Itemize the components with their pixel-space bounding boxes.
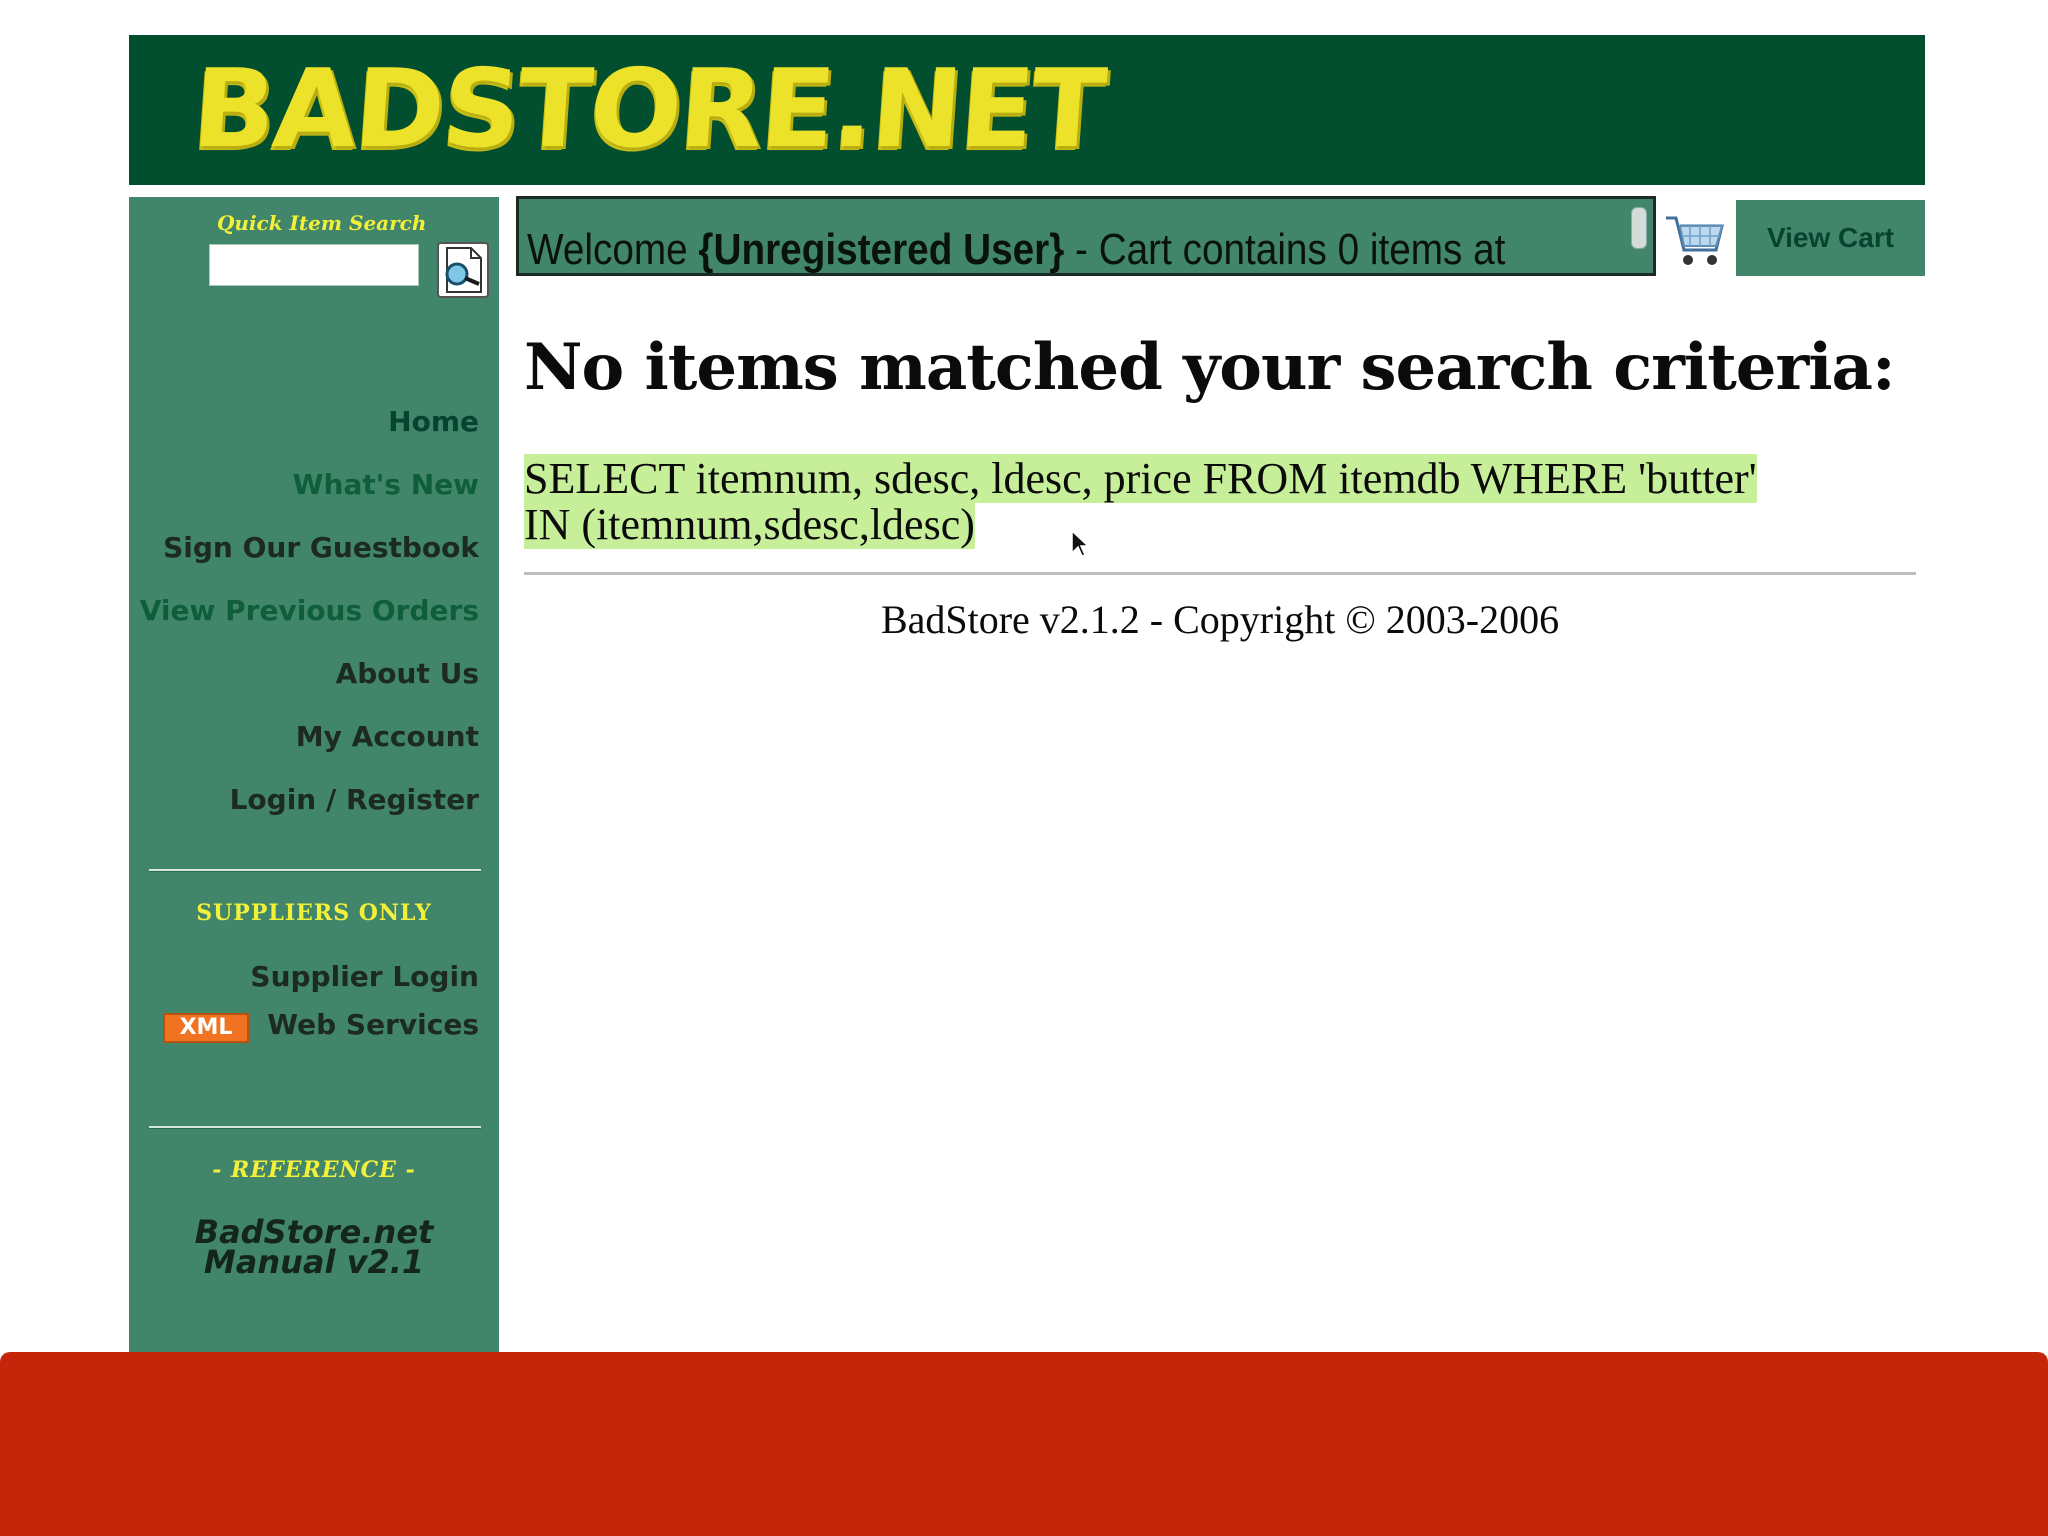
manual-link[interactable]: BadStore.net Manual v2.1 (129, 1216, 499, 1281)
search-icon (445, 247, 482, 293)
welcome-prefix: Welcome (527, 225, 699, 274)
sidebar-item-login-register[interactable]: Login / Register (230, 783, 479, 816)
suppliers-heading: SUPPLIERS ONLY (196, 900, 432, 926)
sidebar-divider (149, 1126, 481, 1128)
quick-search-label: Quick Item Search (217, 211, 427, 235)
xml-badge-icon[interactable]: XML (163, 1013, 249, 1043)
page-title: No items matched your search criteria: (524, 330, 1896, 405)
sidebar-item-my-account[interactable]: My Account (296, 720, 479, 753)
sidebar-divider (149, 869, 481, 871)
welcome-user: {Unregistered User} (698, 225, 1065, 274)
welcome-marquee: Welcome {Unregistered User} - Cart conta… (516, 196, 1656, 276)
header-banner: BADSTORE.NET (129, 35, 1925, 185)
sql-line-1: SELECT itemnum, sdesc, ldesc, price FROM… (524, 454, 1757, 503)
site-logo[interactable]: BADSTORE.NET (188, 45, 1108, 175)
content-divider (524, 572, 1916, 575)
web-services-link[interactable]: Web Services (267, 1008, 479, 1041)
welcome-cart-status: - Cart contains 0 items at (1064, 225, 1506, 274)
search-button[interactable] (437, 242, 489, 298)
sidebar-item-guestbook[interactable]: Sign Our Guestbook (163, 531, 479, 564)
reference-heading: - REFERENCE - (212, 1157, 416, 1183)
supplier-login-link[interactable]: Supplier Login (250, 960, 479, 993)
sidebar-item-home[interactable]: Home (388, 405, 479, 438)
sidebar-item-whats-new[interactable]: What's New (293, 468, 479, 501)
sidebar: Quick Item Search Home What's New Sign O… (129, 197, 499, 1352)
sql-query: SELECT itemnum, sdesc, ldesc, price FROM… (524, 454, 1898, 549)
quick-search-input[interactable] (209, 244, 419, 286)
sidebar-item-previous-orders[interactable]: View Previous Orders (140, 594, 479, 627)
marquee-scrollbar[interactable] (1631, 207, 1647, 249)
page: BADSTORE.NET Quick Item Search Home What… (0, 0, 2048, 1536)
shopping-cart-icon[interactable] (1660, 198, 1728, 276)
copyright-footer: BadStore v2.1.2 - Copyright © 2003-2006 (880, 597, 1560, 642)
welcome-text: Welcome {Unregistered User} - Cart conta… (527, 225, 1506, 274)
bottom-red-bar (0, 1352, 2048, 1536)
sidebar-item-about-us[interactable]: About Us (336, 657, 479, 690)
mouse-cursor-icon (1071, 529, 1090, 557)
view-cart-button[interactable]: View Cart (1736, 200, 1925, 276)
sql-line-2: IN (itemnum,sdesc,ldesc) (524, 500, 975, 549)
manual-line-2: Manual v2.1 (203, 1243, 425, 1281)
